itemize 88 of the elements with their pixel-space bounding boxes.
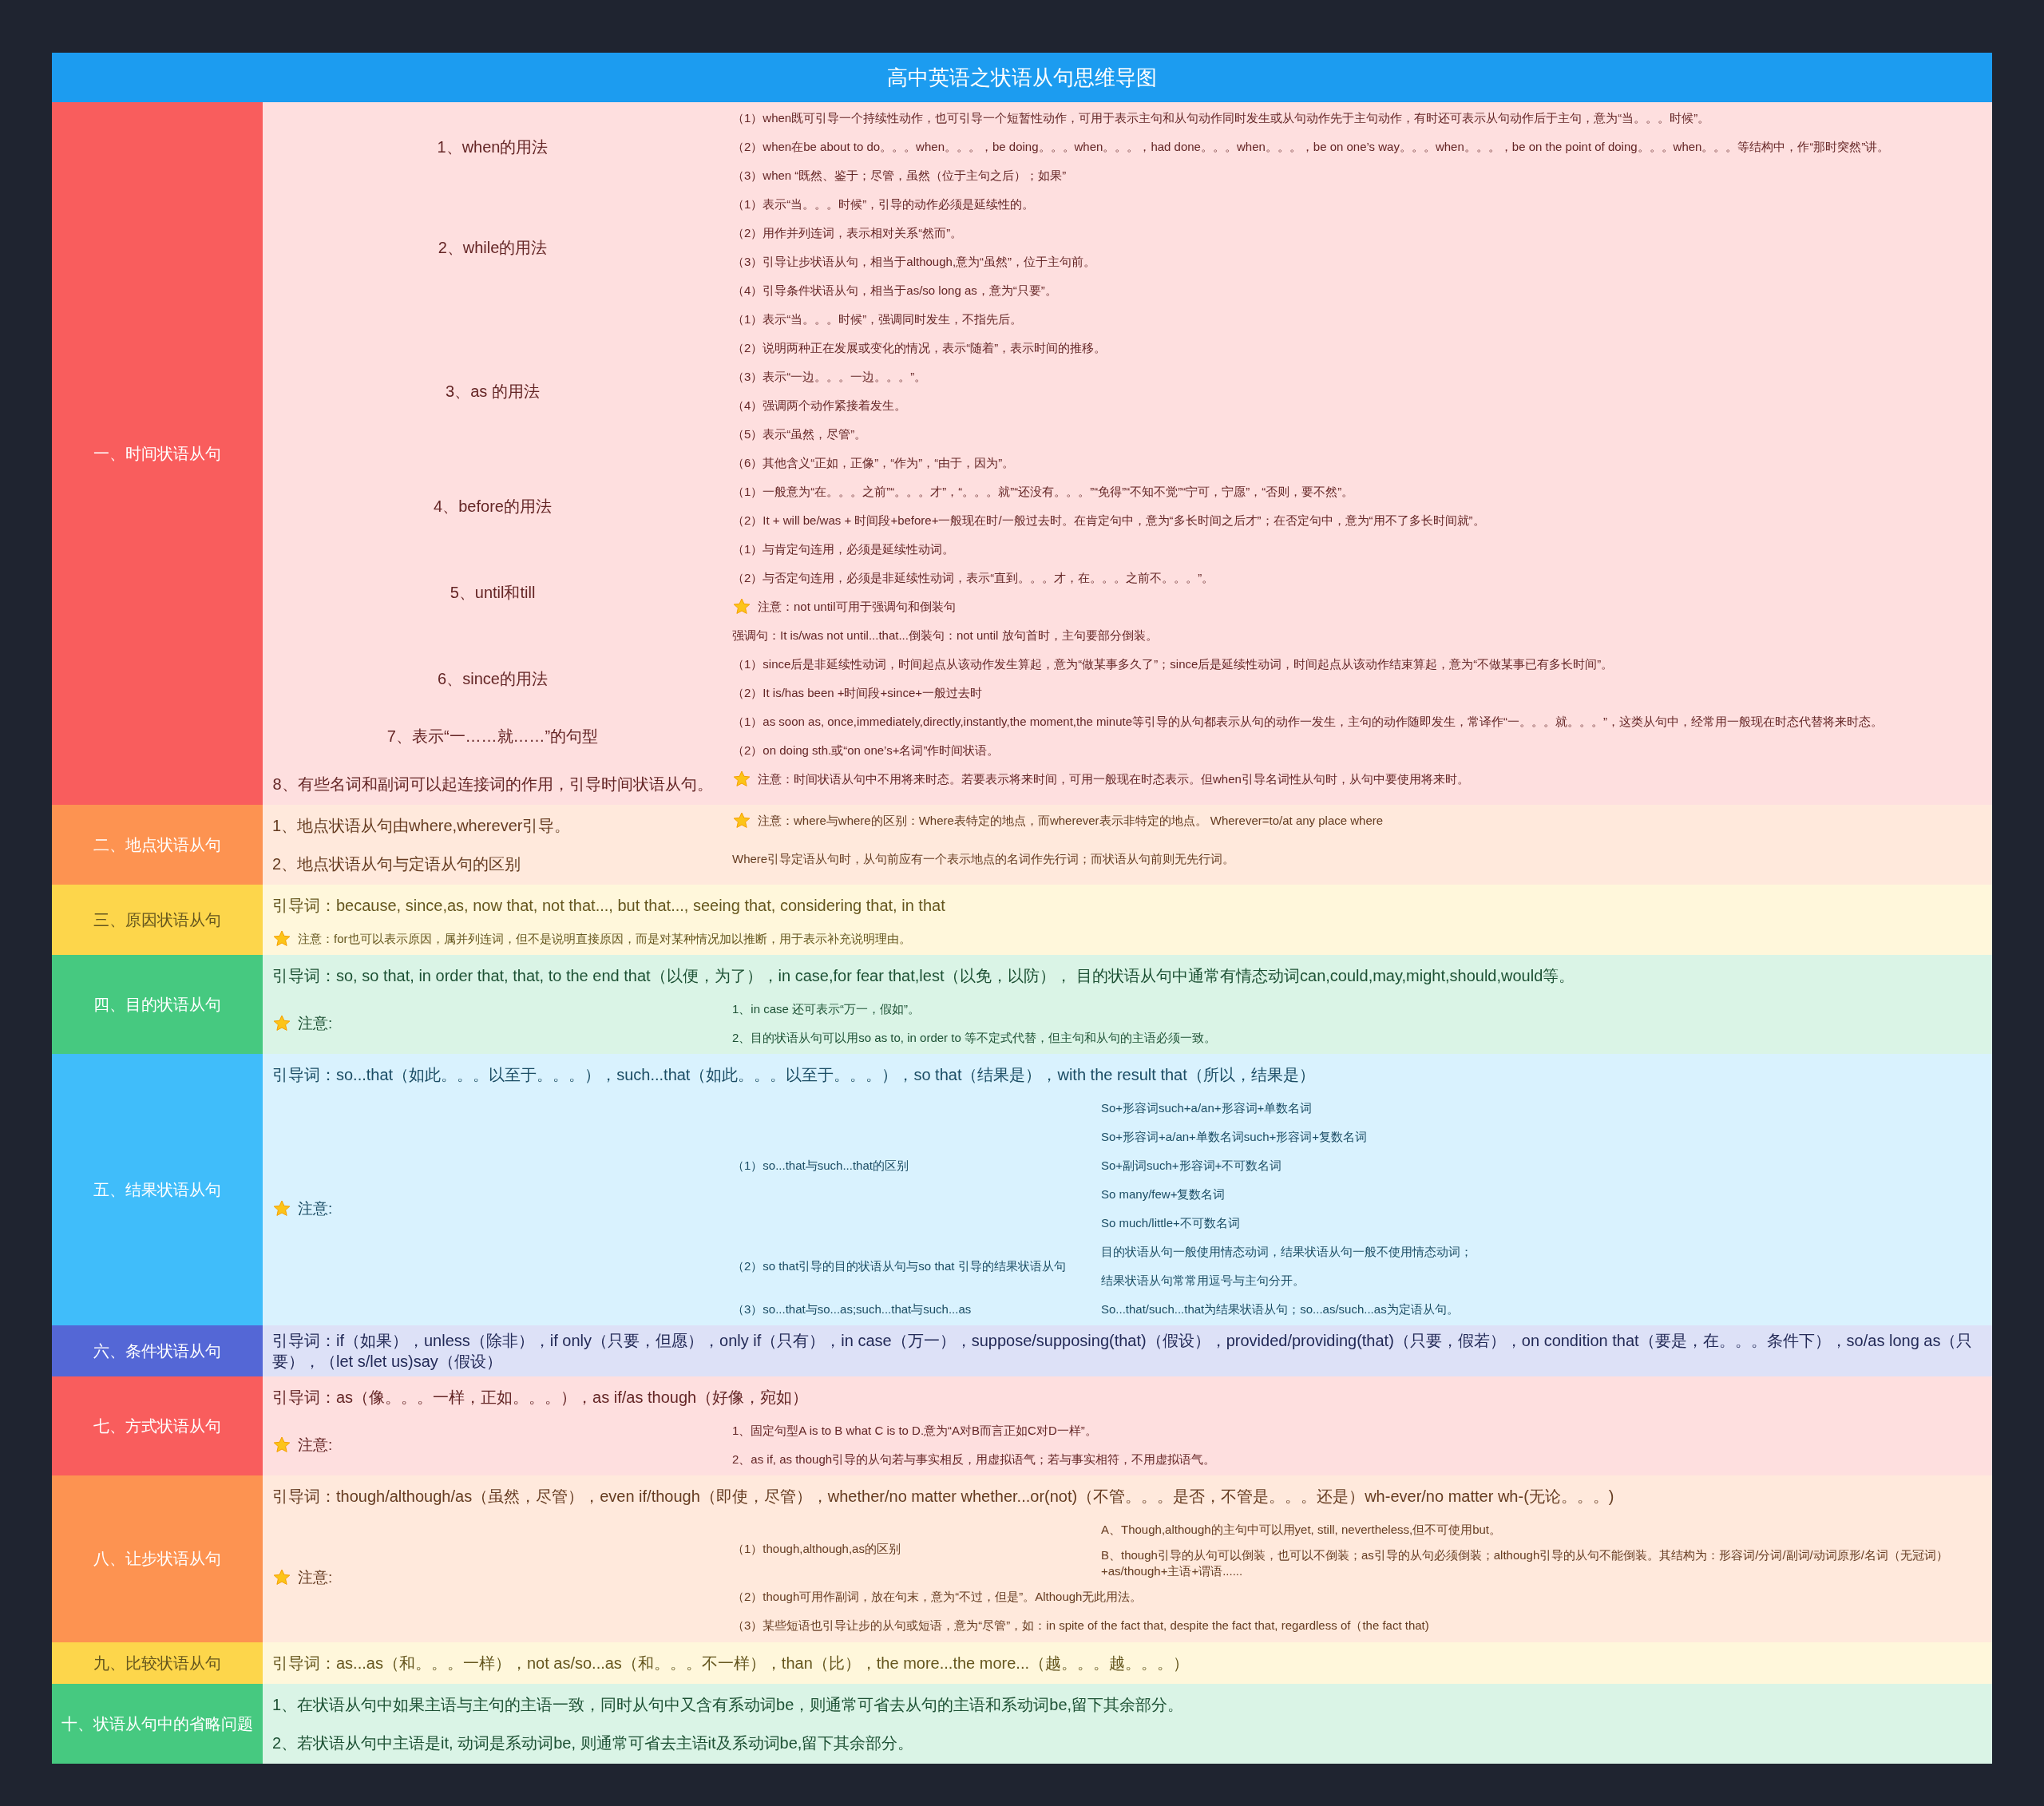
star-icon bbox=[272, 929, 291, 949]
branch-label: （3）so...that与so...as;such...that与such...as bbox=[732, 1301, 972, 1317]
section-label: 二、地点状语从句 bbox=[52, 805, 263, 885]
leaf-text: （2）though可用作副词，放在句末，意为“不过，但是”。Although无此用法。 bbox=[732, 1589, 1143, 1606]
leaf-text: 引导词：so, so that, in order that, that, to the end that（以便，为了），in case,for fear that,lest（以免，以防）， 目的状语从句中通常有情态动词can,could,may,might,should,would等。 bbox=[272, 966, 1575, 986]
map-title: 高中英语之状语从句思维导图 bbox=[52, 53, 1992, 102]
leaf-text: （4）强调两个动作紧接着发生。 bbox=[732, 397, 907, 414]
note-label: 注意: bbox=[298, 1013, 333, 1033]
leaf-text: （5）表示“虽然，尽管”。 bbox=[732, 426, 867, 442]
section-label: 四、目的状语从句 bbox=[52, 955, 263, 1054]
star-icon bbox=[272, 1199, 291, 1218]
branch-label: 7、表示“一……就……”的句型 bbox=[386, 727, 599, 747]
leaf-text: So...that/such...that为结果状语从句；so...as/such...as为定语从句。 bbox=[1101, 1301, 1459, 1317]
leaf-text: 2、目的状语从句可以用so as to, in order to 等不定式代替，但主句和从句的主语必须一致。 bbox=[732, 1029, 1216, 1046]
leaf-text: 结果状语从句常常用逗号与主句分开。 bbox=[1101, 1272, 1305, 1289]
leaf-text: （3）when “既然、鉴于；尽管，虽然（位于主句之后）；如果” bbox=[732, 167, 1067, 184]
section-label: 十、状语从句中的省略问题 bbox=[52, 1683, 263, 1764]
leaf-text: So much/little+不可数名词 bbox=[1101, 1214, 1240, 1231]
branch-label: （2）so that引导的目的状语从句与so that 引导的结果状语从句 bbox=[732, 1257, 1066, 1274]
leaf-text: 引导词：as...as（和。。。一样），not as/so...as（和。。。不一样），than（比），the more...the more...（越。。。越。。。） bbox=[272, 1653, 1189, 1673]
leaf-text: 2、as if, as though引导的从句若与事实相反，用虚拟语气；若与事实相符，不用虚拟语气。 bbox=[732, 1451, 1216, 1467]
section-label: 八、让步状语从句 bbox=[52, 1475, 263, 1642]
branch-label: 3、as 的用法 bbox=[446, 382, 540, 402]
leaf-text: So+形容词such+a/an+形容词+单数名词 bbox=[1101, 1099, 1313, 1116]
leaf-text: （1）since后是非延续性动词，时间起点从该动作发生算起，意为“做某事多久了”；since后是延续性动词，时间起点从该动作结束算起，意为“不做某事已有多长时间”。 bbox=[732, 655, 1614, 672]
leaf-text: （2）说明两种正在发展或变化的情况，表示“随着”，表示时间的推移。 bbox=[732, 339, 1107, 356]
note-text: 注意：for也可以表示原因，属并列连词，但不是说明直接原因，而是对某种情况加以推断，用于表示补充说明理由。 bbox=[298, 930, 911, 947]
star-icon bbox=[272, 1436, 291, 1455]
leaf-text: （3）引导让步状语从句，相当于although,意为“虽然”，位于主句前。 bbox=[732, 253, 1096, 270]
note-text: 注意：not until可用于强调句和倒装句 bbox=[758, 598, 956, 615]
branch-label: 2、地点状语从句与定语从句的区别 bbox=[272, 854, 521, 874]
leaf-text: 1、在状语从句中如果主语与主句的主语一致，同时从句中又含有系动词be，则通常可省去从句的主语和系动词be,留下其余部分。 bbox=[272, 1694, 1184, 1715]
note-text: 注意：时间状语从句中不用将来时态。若要表示将来时间，可用一般现在时态表示。但when引导名词性从句时，从句中要使用将来时。 bbox=[758, 770, 1469, 787]
leaf-text: （1）表示“当。。。时候”，引导的动作必须是延续性的。 bbox=[732, 196, 1035, 212]
leaf-text: 目的状语从句一般使用情态动词，结果状语从句一般不使用情态动词； bbox=[1101, 1243, 1472, 1260]
section-label: 五、结果状语从句 bbox=[52, 1054, 263, 1325]
leaf-text: 引导词：though/although/as（虽然，尽管），even if/though（即使，尽管），whether/no matter whether...or(not)（不管。。。是否，不管是。。。还是）wh-ever/no matter wh-(无论。。。) bbox=[272, 1487, 1614, 1507]
note-label: 注意: bbox=[298, 1198, 333, 1218]
leaf-text: （1）as soon as, once,immediately,directly,instantly,the moment,the minute等引导的从句都表示从句的动作一发生，主句的动作随即发生，常译作“一。。。就。。。”，这类从句中，经常用一般现在时态代替将来时态。 bbox=[732, 713, 1884, 730]
leaf-text: 引导词：as（像。。。一样，正如。。。），as if/as though（好像，宛如） bbox=[272, 1388, 809, 1408]
leaf-text: 1、in case 还可表示“万一，假如”。 bbox=[732, 1000, 921, 1017]
star-icon bbox=[732, 770, 751, 789]
note-label: 注意: bbox=[298, 1568, 333, 1587]
leaf-text: B、though引导的从句可以倒装，也可以不倒装；as引导的从句必须倒装；although引导的从句不能倒装。其结构为：形容词/分词/副词/动词原形/名词（无冠词）+as/though+主语+谓语...... bbox=[1101, 1547, 1949, 1580]
branch-label: 8、有些名词和副词可以起连接词的作用，引导时间状语从句。 bbox=[272, 774, 713, 794]
leaf-text: （1）与肯定句连用，必须是延续性动词。 bbox=[732, 541, 955, 557]
branch-label: 2、while的用法 bbox=[438, 238, 548, 258]
note-text: 注意：where与where的区别：Where表特定的地点，而wherever表示非特定的地点。 Wherever=to/at any place where bbox=[758, 812, 1384, 829]
star-icon bbox=[272, 1014, 291, 1033]
section-label: 三、原因状语从句 bbox=[52, 885, 263, 955]
leaf-text: （4）引导条件状语从句，相当于as/so long as，意为“只要”。 bbox=[732, 282, 1057, 299]
leaf-text: （2）用作并列连词，表示相对关系“然而”。 bbox=[732, 224, 963, 241]
leaf-text: （2）when在be about to do。。。when。。。，be doing。。。when。。。，had done。。。when。。。，be on one’s way。。。when。。。，be on the point of doing。。。when。。。等结构中，作“那时突然”讲。 bbox=[732, 138, 1890, 155]
leaf-text: （2）on doing sth.或“on one’s+名词”作时间状语。 bbox=[732, 742, 1000, 758]
section-label: 九、比较状语从句 bbox=[52, 1642, 263, 1684]
note-label: 注意: bbox=[298, 1435, 333, 1455]
leaf-text: 引导词：so...that（如此。。。以至于。。。），such...that（如此。。。以至于。。。），so that（结果是），with the result that（所以，结果是） bbox=[272, 1065, 1315, 1085]
leaf-text: （2）It is/has been +时间段+since+一般过去时 bbox=[732, 684, 983, 701]
leaf-text: 引导词：because, since,as, now that, not that..., but that..., seeing that, considering that, in that bbox=[272, 896, 945, 916]
leaf-text: （1）表示“当。。。时候”，强调同时发生，不指先后。 bbox=[732, 311, 1023, 327]
star-icon bbox=[732, 597, 751, 616]
leaf-text: （6）其他含义“正如，正像”，“作为”，“由于，因为”。 bbox=[732, 454, 1015, 471]
leaf-text: So+形容词+a/an+单数名词such+形容词+复数名词 bbox=[1101, 1128, 1368, 1145]
leaf-text: So many/few+复数名词 bbox=[1101, 1186, 1226, 1202]
leaf-text: 2、若状语从句中主语是it, 动词是系动词be, 则通常可省去主语it及系动词be,留下其余部分。 bbox=[272, 1733, 914, 1753]
section-label: 一、时间状语从句 bbox=[52, 102, 263, 805]
leaf-text: 1、固定句型A is to B what C is to D.意为“A对B而言正如C对D一样”。 bbox=[732, 1422, 1097, 1439]
leaf-text: Where引导定语从句时，从句前应有一个表示地点的名词作先行词；而状语从句前则无先行词。 bbox=[732, 850, 1235, 867]
leaf-text: （1）一般意为“在。。。之前”“。。。才”，“。。。就”“还没有。。。”“免得”“不知不觉”“宁可，宁愿”，“否则，要不然”。 bbox=[732, 483, 1354, 500]
section-label: 六、条件状语从句 bbox=[52, 1325, 263, 1376]
leaf-text: So+副词such+形容词+不可数名词 bbox=[1101, 1157, 1282, 1174]
leaf-text: （3）表示“一边。。。一边。。。”。 bbox=[732, 368, 927, 385]
leaf-text: （3）某些短语也引导让步的从句或短语，意为“尽管”，如：in spite of the fact that, despite the fact that, regardless of（the fact that) bbox=[732, 1618, 1429, 1634]
leaf-text: A、Though,although的主句中可以用yet, still, nevertheless,但不可使用but。 bbox=[1101, 1521, 1501, 1538]
leaf-text: 引导词：if（如果），unless（除非），if only（只要，但愿），only if（只有），in case（万一），suppose/supposing(that)（假设），provided/providing(that)（只要，假若），on condition that（要是，在。。。条件下），so/as long as（只要），（let s/let us)say（假设） bbox=[272, 1331, 1974, 1372]
leaf-text: （2）与否定句连用，必须是非延续性动词，表示“直到。。。才，在。。。之前不。。。”。 bbox=[732, 569, 1214, 586]
branch-label: 4、before的用法 bbox=[434, 497, 552, 517]
star-icon bbox=[732, 811, 751, 830]
branch-label: 5、until和till bbox=[450, 583, 536, 603]
branch-label: 6、since的用法 bbox=[438, 669, 548, 689]
section-label: 七、方式状语从句 bbox=[52, 1376, 263, 1475]
leaf-text: （2）It + will be/was + 时间段+before+一般现在时/一般过去时。在肯定句中，意为“多长时间之后才”；在否定句中，意为“用不了多长时间就”。 bbox=[732, 512, 1485, 529]
leaf-text: （1）when既可引导一个持续性动作，也可引导一个短暂性动作，可用于表示主句和从句动作同时发生或从句动作先于主句动作，有时还可表示从句动作后于主句，意为“当。。。时候”。 bbox=[732, 109, 1710, 126]
branch-label: 1、地点状语从句由where,wherever引导。 bbox=[272, 816, 571, 836]
leaf-text: 强调句：It is/was not until...that...倒装句：not until 放句首时，主句要部分倒装。 bbox=[732, 627, 1158, 644]
branch-label: 1、when的用法 bbox=[437, 137, 549, 157]
branch-label: （1）though,although,as的区别 bbox=[732, 1541, 901, 1557]
branch-label: （1）so...that与such...that的区别 bbox=[732, 1157, 909, 1174]
